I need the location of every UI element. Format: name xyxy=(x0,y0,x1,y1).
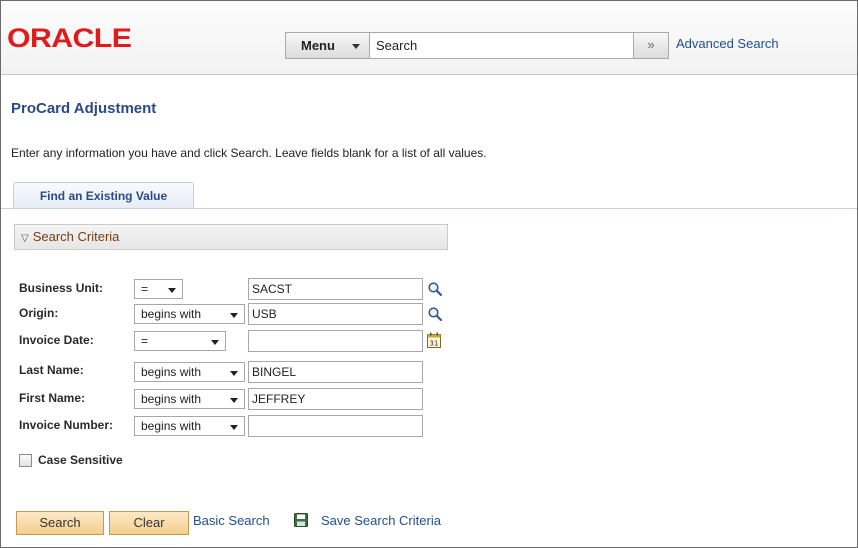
save-search-criteria-link[interactable]: Save Search Criteria xyxy=(321,513,441,528)
last-name-operator-value: begins with xyxy=(141,365,202,379)
invoice-date-label: Invoice Date: xyxy=(19,333,94,347)
save-disk-icon[interactable] xyxy=(294,513,308,527)
business-unit-label: Business Unit: xyxy=(19,281,104,295)
invoice-date-input[interactable] xyxy=(248,330,423,352)
invoice-date-operator-select[interactable]: = xyxy=(134,331,226,351)
instructions-text: Enter any information you have and click… xyxy=(11,146,487,160)
collapse-triangle-icon: ▽ xyxy=(21,233,29,244)
origin-input[interactable]: USB xyxy=(248,303,423,325)
chevron-down-icon xyxy=(211,340,219,345)
last-name-label: Last Name: xyxy=(19,363,84,377)
chevron-down-icon xyxy=(230,313,238,318)
origin-operator-value: begins with xyxy=(141,307,202,321)
global-search-input[interactable]: Search xyxy=(372,33,632,58)
criteria-title: Search Criteria xyxy=(32,229,120,244)
first-name-label: First Name: xyxy=(19,391,86,405)
chevron-down-icon xyxy=(352,44,360,49)
invoice-number-input[interactable] xyxy=(248,415,423,437)
last-name-input[interactable]: BINGEL xyxy=(248,361,423,383)
business-unit-operator-value: = xyxy=(141,282,149,296)
search-criteria-header[interactable]: ▽ Search Criteria xyxy=(14,224,448,250)
first-name-operator-select[interactable]: begins with xyxy=(134,389,245,409)
chevron-down-icon xyxy=(230,398,238,403)
case-sensitive-checkbox[interactable] xyxy=(19,454,32,467)
search-button[interactable]: Search xyxy=(16,511,104,535)
search-go-button[interactable]: » xyxy=(633,33,668,58)
magnifier-icon[interactable] xyxy=(427,281,443,297)
invoice-date-operator-value: = xyxy=(141,334,149,348)
page-frame: ORACLE Menu Search » Advanced Search Pro… xyxy=(0,0,858,548)
page-title: ProCard Adjustment xyxy=(11,100,157,117)
svg-text:31: 31 xyxy=(430,340,439,348)
chevron-down-icon xyxy=(230,425,238,430)
business-unit-input[interactable]: SACST xyxy=(248,278,423,300)
basic-search-link[interactable]: Basic Search xyxy=(193,513,270,528)
business-unit-operator-select[interactable]: = xyxy=(134,279,183,299)
invoice-number-label: Invoice Number: xyxy=(19,418,114,432)
invoice-number-operator-select[interactable]: begins with xyxy=(134,416,245,436)
chevron-down-icon xyxy=(230,371,238,376)
menu-button[interactable]: Menu xyxy=(286,33,370,58)
first-name-operator-value: begins with xyxy=(141,392,202,406)
invoice-number-operator-value: begins with xyxy=(141,419,202,433)
chevron-down-icon xyxy=(168,288,176,293)
oracle-logo: ORACLE xyxy=(7,23,132,53)
magnifier-icon[interactable] xyxy=(427,306,443,322)
case-sensitive-label: Case Sensitive xyxy=(38,453,123,467)
header-bar: ORACLE Menu Search » Advanced Search xyxy=(1,1,857,75)
first-name-input[interactable]: JEFFREY xyxy=(248,388,423,410)
calendar-icon[interactable]: 31 xyxy=(427,332,441,348)
global-search-bar: Menu Search » xyxy=(285,32,669,59)
origin-label: Origin: xyxy=(19,306,59,320)
clear-button[interactable]: Clear xyxy=(109,511,189,535)
tab-find-existing-value[interactable]: Find an Existing Value xyxy=(13,182,194,208)
origin-operator-select[interactable]: begins with xyxy=(134,304,245,324)
menu-label: Menu xyxy=(301,38,335,53)
advanced-search-link[interactable]: Advanced Search xyxy=(676,36,779,51)
last-name-operator-select[interactable]: begins with xyxy=(134,362,245,382)
